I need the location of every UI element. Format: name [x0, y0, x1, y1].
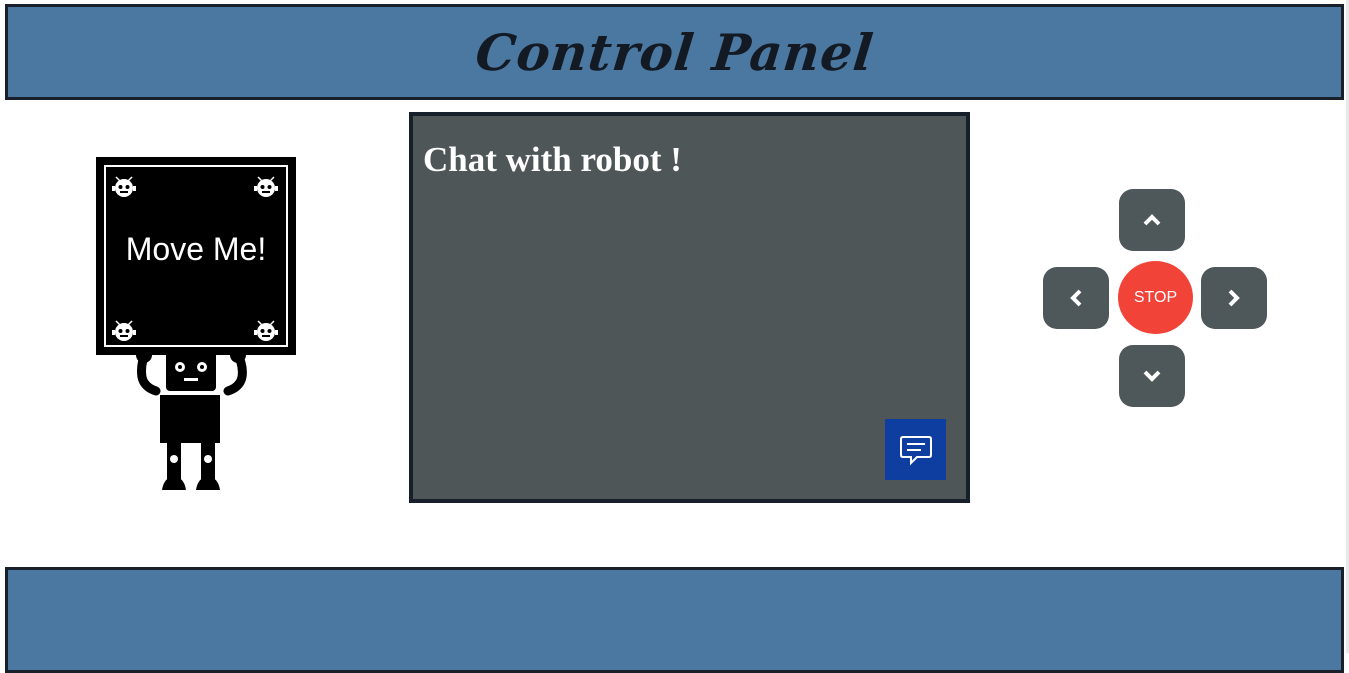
page-title: Control Panel	[472, 22, 877, 82]
header-bar: Control Panel	[5, 4, 1344, 100]
mini-robot-icon	[112, 320, 136, 341]
stop-button[interactable]: STOP	[1118, 261, 1193, 334]
chat-bubble-icon	[899, 435, 932, 465]
open-chat-button[interactable]	[885, 419, 946, 480]
move-right-button[interactable]	[1201, 267, 1267, 329]
move-me-sign: Move Me!	[96, 157, 296, 355]
mini-robot-icon	[112, 176, 136, 197]
move-up-button[interactable]	[1119, 189, 1185, 251]
chat-panel: Chat with robot !	[409, 112, 970, 503]
footer-bar	[5, 567, 1344, 673]
chevron-left-icon	[1070, 289, 1082, 307]
chevron-up-icon	[1143, 214, 1161, 226]
chat-title: Chat with robot !	[423, 140, 682, 179]
robot-illustration[interactable]: Move Me!	[94, 155, 298, 495]
sign-label: Move Me!	[125, 231, 267, 267]
mini-robot-icon	[254, 176, 278, 197]
move-down-button[interactable]	[1119, 345, 1185, 407]
mini-robot-icon	[254, 320, 278, 341]
chevron-down-icon	[1143, 370, 1161, 382]
move-left-button[interactable]	[1043, 267, 1109, 329]
chevron-right-icon	[1228, 289, 1240, 307]
